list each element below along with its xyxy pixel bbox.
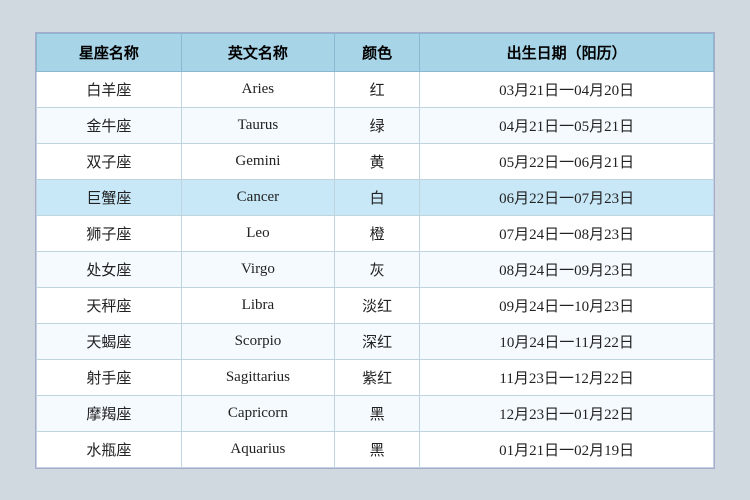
- cell-color: 灰: [334, 251, 419, 287]
- cell-dates: 11月23日一12月22日: [420, 359, 714, 395]
- cell-dates: 01月21日一02月19日: [420, 431, 714, 467]
- cell-chinese: 天秤座: [37, 287, 182, 323]
- cell-chinese: 金牛座: [37, 107, 182, 143]
- cell-dates: 12月23日一01月22日: [420, 395, 714, 431]
- cell-color: 红: [334, 71, 419, 107]
- cell-english: Scorpio: [181, 323, 334, 359]
- cell-english: Virgo: [181, 251, 334, 287]
- cell-color: 淡红: [334, 287, 419, 323]
- table-body: 白羊座Aries红03月21日一04月20日金牛座Taurus绿04月21日一0…: [37, 71, 714, 467]
- cell-dates: 09月24日一10月23日: [420, 287, 714, 323]
- cell-dates: 05月22日一06月21日: [420, 143, 714, 179]
- cell-english: Gemini: [181, 143, 334, 179]
- header-color: 颜色: [334, 33, 419, 71]
- cell-color: 紫红: [334, 359, 419, 395]
- cell-chinese: 处女座: [37, 251, 182, 287]
- table-row: 白羊座Aries红03月21日一04月20日: [37, 71, 714, 107]
- cell-color: 橙: [334, 215, 419, 251]
- cell-english: Libra: [181, 287, 334, 323]
- table-row: 双子座Gemini黄05月22日一06月21日: [37, 143, 714, 179]
- table-row: 巨蟹座Cancer白06月22日一07月23日: [37, 179, 714, 215]
- cell-english: Cancer: [181, 179, 334, 215]
- table-row: 摩羯座Capricorn黑12月23日一01月22日: [37, 395, 714, 431]
- cell-color: 黄: [334, 143, 419, 179]
- header-chinese-name: 星座名称: [37, 33, 182, 71]
- zodiac-table-wrapper: 星座名称 英文名称 颜色 出生日期（阳历） 白羊座Aries红03月21日一04…: [35, 32, 715, 469]
- cell-dates: 10月24日一11月22日: [420, 323, 714, 359]
- cell-chinese: 摩羯座: [37, 395, 182, 431]
- header-dates: 出生日期（阳历）: [420, 33, 714, 71]
- cell-chinese: 天蝎座: [37, 323, 182, 359]
- cell-dates: 03月21日一04月20日: [420, 71, 714, 107]
- cell-chinese: 双子座: [37, 143, 182, 179]
- cell-english: Capricorn: [181, 395, 334, 431]
- table-row: 处女座Virgo灰08月24日一09月23日: [37, 251, 714, 287]
- cell-chinese: 巨蟹座: [37, 179, 182, 215]
- table-row: 金牛座Taurus绿04月21日一05月21日: [37, 107, 714, 143]
- cell-chinese: 射手座: [37, 359, 182, 395]
- cell-english: Sagittarius: [181, 359, 334, 395]
- cell-dates: 08月24日一09月23日: [420, 251, 714, 287]
- cell-chinese: 白羊座: [37, 71, 182, 107]
- zodiac-table: 星座名称 英文名称 颜色 出生日期（阳历） 白羊座Aries红03月21日一04…: [36, 33, 714, 468]
- cell-color: 黑: [334, 431, 419, 467]
- cell-chinese: 水瓶座: [37, 431, 182, 467]
- cell-english: Taurus: [181, 107, 334, 143]
- cell-dates: 07月24日一08月23日: [420, 215, 714, 251]
- table-row: 狮子座Leo橙07月24日一08月23日: [37, 215, 714, 251]
- cell-dates: 04月21日一05月21日: [420, 107, 714, 143]
- cell-english: Aries: [181, 71, 334, 107]
- table-row: 水瓶座Aquarius黑01月21日一02月19日: [37, 431, 714, 467]
- table-header-row: 星座名称 英文名称 颜色 出生日期（阳历）: [37, 33, 714, 71]
- cell-chinese: 狮子座: [37, 215, 182, 251]
- cell-color: 白: [334, 179, 419, 215]
- table-row: 天秤座Libra淡红09月24日一10月23日: [37, 287, 714, 323]
- cell-english: Aquarius: [181, 431, 334, 467]
- table-row: 天蝎座Scorpio深红10月24日一11月22日: [37, 323, 714, 359]
- cell-color: 黑: [334, 395, 419, 431]
- table-row: 射手座Sagittarius紫红11月23日一12月22日: [37, 359, 714, 395]
- cell-english: Leo: [181, 215, 334, 251]
- header-english-name: 英文名称: [181, 33, 334, 71]
- cell-dates: 06月22日一07月23日: [420, 179, 714, 215]
- cell-color: 绿: [334, 107, 419, 143]
- cell-color: 深红: [334, 323, 419, 359]
